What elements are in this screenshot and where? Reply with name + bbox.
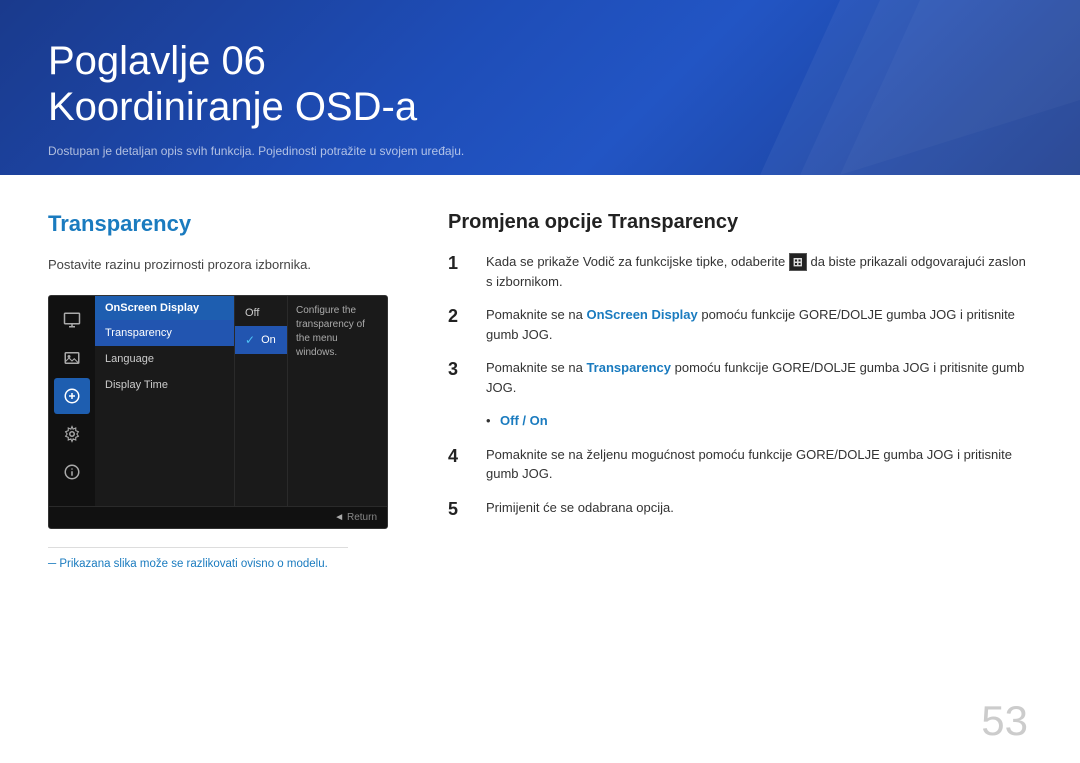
osd-menu-panel: OnScreen Display Transparency Language D… (95, 296, 235, 506)
step-1-text: Kada se prikaže Vodič za funkcijske tipk… (486, 252, 1032, 291)
return-arrow: ◄ (334, 512, 347, 523)
page-header: Poglavlje 06 Koordiniranje OSD-a Dostupa… (0, 0, 1080, 175)
step-5: 5 Primijenit će se odabrana opcija. (448, 498, 1032, 521)
bullet-option-offon: Off / On (486, 411, 1032, 431)
step-4: 4 Pomaknite se na željenu mogućnost pomo… (448, 445, 1032, 484)
osd-menu-header: OnScreen Display (95, 296, 234, 320)
osd-icon-sidebar (49, 296, 95, 506)
step-5-text: Primijenit će se odabrana opcija. (486, 498, 674, 518)
guide-icon: ⊞ (789, 253, 807, 271)
step-2-highlight: OnScreen Display (586, 307, 697, 322)
step-1: 1 Kada se prikaže Vodič za funkcijske ti… (448, 252, 1032, 291)
osd-option-on: ✓ On (235, 326, 287, 354)
page-number: 53 (981, 697, 1028, 745)
step-2: 2 Pomaknite se na OnScreen Display pomoć… (448, 305, 1032, 344)
osd-menu-item-transparency: Transparency (95, 320, 234, 346)
osd-icon-display (54, 302, 90, 338)
offon-highlight: Off / On (500, 413, 548, 428)
image-note: ─ Prikazana slika može se razlikovati ov… (48, 558, 408, 570)
osd-bottom-bar: ◄ Return (49, 506, 387, 528)
step-3-highlight: Transparency (586, 360, 671, 375)
section-title: Transparency (48, 211, 408, 237)
main-content: Transparency Postavite razinu prozirnost… (0, 175, 1080, 594)
osd-icon-picture (54, 340, 90, 376)
step-3: 3 Pomaknite se na Transparency pomoću fu… (448, 358, 1032, 397)
osd-icon-settings (54, 416, 90, 452)
osd-check-icon: ✓ (245, 333, 255, 347)
osd-info-text: Configure the transparency of the menu w… (296, 304, 379, 360)
right-column: Promjena opcije Transparency 1 Kada se p… (448, 211, 1032, 570)
osd-inner: OnScreen Display Transparency Language D… (49, 296, 387, 506)
section-divider (48, 547, 348, 548)
step-2-number: 2 (448, 305, 470, 328)
step-4-number: 4 (448, 445, 470, 468)
section-description: Postavite razinu prozirnosti prozora izb… (48, 255, 408, 275)
bullet-options-list: Off / On (486, 411, 1032, 431)
osd-icon-onscreen (54, 378, 90, 414)
step-4-text: Pomaknite se na željenu mogućnost pomoću… (486, 445, 1032, 484)
header-title: Poglavlje 06 Koordiniranje OSD-a (48, 38, 1032, 130)
osd-info-panel: Configure the transparency of the menu w… (287, 296, 387, 506)
header-title-line1: Poglavlje 06 (48, 38, 1032, 84)
step-1-number: 1 (448, 252, 470, 275)
header-subtitle: Dostupan je detaljan opis svih funkcija.… (48, 144, 1032, 158)
osd-menu-item-language: Language (95, 346, 234, 372)
osd-icon-info (54, 454, 90, 490)
step-5-number: 5 (448, 498, 470, 521)
osd-screen-mock: OnScreen Display Transparency Language D… (48, 295, 388, 529)
left-column: Transparency Postavite razinu prozirnost… (48, 211, 408, 570)
osd-menu-item-displaytime: Display Time (95, 372, 234, 398)
step-3-text: Pomaknite se na Transparency pomoću funk… (486, 358, 1032, 397)
step-3-number: 3 (448, 358, 470, 381)
header-title-line2: Koordiniranje OSD-a (48, 84, 1032, 130)
return-label: Return (347, 512, 377, 523)
osd-option-off: Off (235, 300, 287, 326)
steps-title: Promjena opcije Transparency (448, 211, 1032, 234)
step-2-text: Pomaknite se na OnScreen Display pomoću … (486, 305, 1032, 344)
osd-options-panel: Off ✓ On (235, 296, 287, 506)
